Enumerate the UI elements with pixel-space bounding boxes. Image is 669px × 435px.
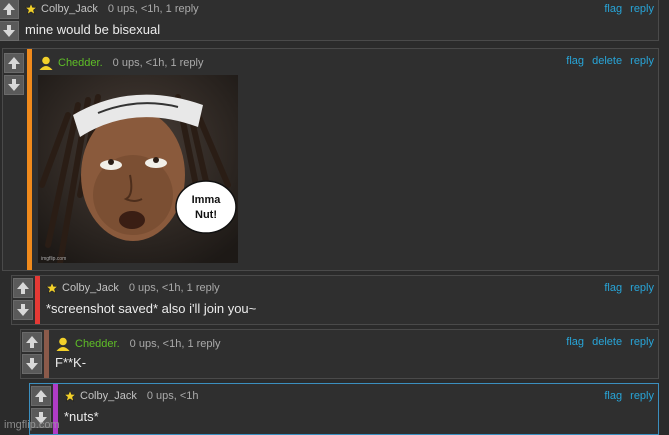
star-icon [46,282,58,294]
meme-image[interactable]: Imma Nut! imgflip.com [38,75,238,263]
comment-meta: Colby_Jack 0 ups, <1h [64,390,199,402]
vote-column [4,53,26,97]
thread-bar [27,49,32,270]
meme-caption-line1: Imma [192,194,222,206]
flag-link[interactable]: flag [566,336,584,348]
upvote-arrow-icon [26,336,38,348]
upvote-arrow-icon [35,390,47,402]
comment-actions: flag reply [599,390,654,402]
user-avatar-icon [56,337,70,351]
meme-watermark: imgflip.com [41,256,66,262]
comment-meta: Chedder. 0 ups, <1h, 1 reply [38,55,203,71]
comment-text: mine would be bisexual [25,22,161,37]
username[interactable]: Colby_Jack [80,390,137,402]
vote-column [13,278,35,322]
comment-1: Colby_Jack 0 ups, <1h, 1 reply flag repl… [0,0,659,41]
upvote-button[interactable] [22,332,42,352]
vote-column [0,0,21,43]
comment-stats: 0 ups, <1h, 1 reply [107,3,199,15]
upvote-button[interactable] [13,278,33,298]
star-icon [25,3,37,15]
downvote-button[interactable] [4,75,24,95]
meme-illustration: Imma Nut! imgflip.com [38,75,238,263]
username[interactable]: Chedder. [58,57,103,69]
upvote-button[interactable] [4,53,24,73]
upvote-arrow-icon [17,282,29,294]
flag-link[interactable]: flag [604,390,622,402]
delete-link[interactable]: delete [592,55,622,67]
downvote-button[interactable] [0,21,19,41]
comment-stats: 0 ups, <1h, 1 reply [128,282,220,294]
comment-4: Chedder. 0 ups, <1h, 1 reply flag delete… [20,329,659,379]
comment-meta: Colby_Jack 0 ups, <1h, 1 reply [46,282,220,294]
reply-link[interactable]: reply [630,336,654,348]
comment-text: *screenshot saved* also i'll join you~ [46,301,257,316]
downvote-arrow-icon [17,304,29,316]
delete-link[interactable]: delete [592,336,622,348]
user-avatar-icon [39,56,53,70]
site-watermark: imgflip.com [4,419,60,431]
meme-caption-line2: Nut! [195,209,217,221]
upvote-button[interactable] [31,386,51,406]
thread-bar [35,276,40,324]
comment-3: Colby_Jack 0 ups, <1h, 1 reply flag repl… [11,275,659,325]
comment-actions: flag delete reply [561,55,654,67]
thread-bar [44,330,49,378]
flag-link[interactable]: flag [566,55,584,67]
comment-stats: 0 ups, <1h, 1 reply [129,338,221,350]
downvote-arrow-icon [26,358,38,370]
comment-text: *nuts* [64,409,99,424]
star-icon [64,390,76,402]
username[interactable]: Colby_Jack [62,282,119,294]
downvote-arrow-icon [3,25,15,37]
comment-stats: 0 ups, <1h, 1 reply [112,57,204,69]
downvote-button[interactable] [13,300,33,320]
downvote-button[interactable] [22,354,42,374]
comment-2: Chedder. 0 ups, <1h, 1 reply flag delete… [2,48,659,271]
reply-link[interactable]: reply [630,282,654,294]
comment-actions: flag reply [599,282,654,294]
comment-actions: flag reply [599,3,654,15]
reply-link[interactable]: reply [630,3,654,15]
reply-link[interactable]: reply [630,55,654,67]
username[interactable]: Chedder. [75,338,120,350]
downvote-arrow-icon [8,79,20,91]
comment-5: Colby_Jack 0 ups, <1h flag reply *nuts* [29,383,659,435]
comment-stats: 0 ups, <1h [146,390,199,402]
comment-actions: flag delete reply [561,336,654,348]
flag-link[interactable]: flag [604,3,622,15]
comment-meta: Colby_Jack 0 ups, <1h, 1 reply [25,3,199,15]
reply-link[interactable]: reply [630,390,654,402]
upvote-button[interactable] [0,0,19,19]
username[interactable]: Colby_Jack [41,3,98,15]
vote-column [22,332,44,376]
upvote-arrow-icon [8,57,20,69]
upvote-arrow-icon [3,3,15,15]
flag-link[interactable]: flag [604,282,622,294]
comment-meta: Chedder. 0 ups, <1h, 1 reply [55,336,220,352]
comment-text: F**K- [55,355,87,370]
